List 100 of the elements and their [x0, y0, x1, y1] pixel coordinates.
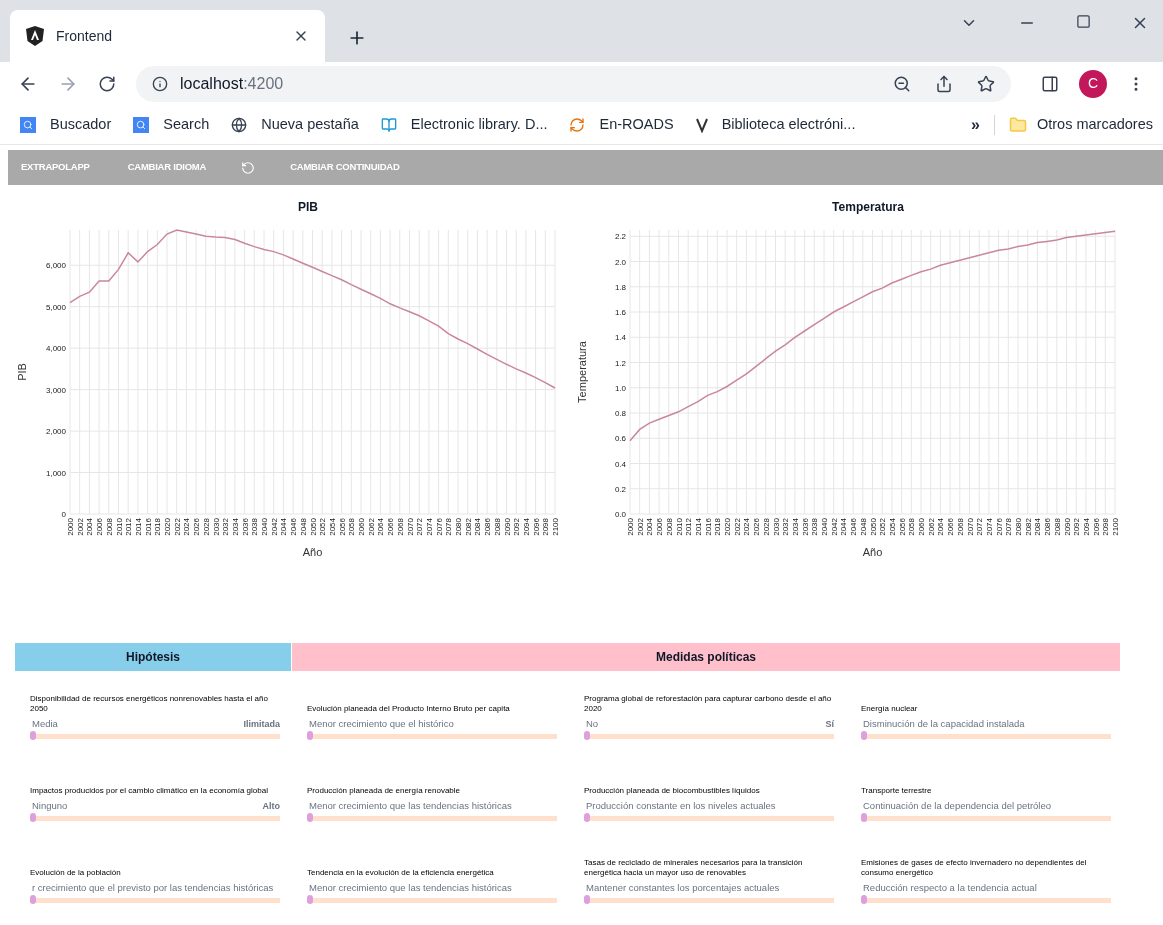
slider-track[interactable]	[307, 816, 557, 821]
tick-label: 2046	[289, 518, 299, 536]
bookmark[interactable]: Biblioteca electróni...	[695, 113, 856, 136]
bookmark[interactable]: Buscador	[20, 113, 112, 136]
tick-label: 2006	[655, 518, 665, 536]
slider-track[interactable]	[584, 816, 834, 821]
tick-label: 2040	[820, 518, 829, 536]
tick-label: 2.0	[614, 257, 626, 267]
slider-thumb[interactable]	[307, 731, 313, 740]
shield-icon	[26, 26, 44, 46]
tick-label: 2050	[308, 518, 318, 536]
tick-label: 2064	[376, 518, 386, 536]
tick-label: 2040	[260, 518, 269, 536]
slider-thumb[interactable]	[307, 813, 313, 822]
tick-label: 2032	[221, 518, 231, 536]
slider-thumb[interactable]	[861, 813, 867, 822]
v-mark-icon	[695, 116, 708, 133]
zoom-out-icon[interactable]	[893, 74, 911, 93]
tick-label: 1.0	[614, 383, 626, 393]
bookmark[interactable]: En-ROADS	[569, 113, 674, 136]
slider-track[interactable]	[307, 898, 557, 903]
tick-label: 2068	[955, 518, 965, 536]
tick-label: 0.2	[614, 484, 626, 494]
profile-avatar[interactable]: C	[1079, 69, 1107, 98]
tick-label: 2060	[917, 518, 926, 536]
tick-label: 2088	[1052, 518, 1062, 536]
tick-label: 2048	[298, 518, 308, 536]
slider-label: Impactos producidos por el cambio climático en la economía global	[30, 785, 269, 796]
tick-label: 2054	[887, 518, 897, 536]
tick-label: 2026	[752, 518, 762, 536]
slider-label: Tendencia en la evolución de la eficiencia energética	[307, 867, 495, 878]
tick-label: 2064	[936, 518, 946, 536]
tick-label: 2060	[357, 518, 366, 536]
slider-thumb[interactable]	[584, 731, 590, 740]
slider-thumb[interactable]	[584, 813, 590, 822]
more-bookmarks[interactable]: »	[971, 112, 980, 137]
search-icon	[133, 116, 150, 133]
slider-track[interactable]	[30, 734, 280, 739]
tick-label: 5,000	[45, 302, 66, 312]
slider-track[interactable]	[30, 898, 280, 903]
tick-label: 2072	[975, 518, 985, 536]
side-panel-icon[interactable]	[1041, 74, 1059, 93]
slider-thumb[interactable]	[30, 895, 36, 904]
maximize-icon[interactable]	[1076, 14, 1091, 29]
slider-thumb[interactable]	[30, 813, 36, 822]
slider-label: Programa global de reforestación para capturar carbono desde el año 2020	[584, 693, 833, 714]
tab-title: Frontend	[56, 26, 113, 46]
tick-label: 2076	[434, 518, 444, 536]
tick-label: 2042	[269, 518, 279, 536]
axis-label: Temperatura	[576, 341, 588, 403]
tick-label: 2044	[839, 518, 849, 536]
slider-track[interactable]	[861, 898, 1111, 903]
slider-max-label: Ilimitada	[243, 717, 280, 731]
slider-track[interactable]	[30, 816, 280, 821]
slider-thumb[interactable]	[584, 895, 590, 904]
browser-tab[interactable]: Frontend	[10, 10, 325, 62]
tick-label: 2036	[240, 518, 250, 536]
tick-label: 1.8	[614, 282, 626, 292]
share-icon[interactable]	[935, 74, 953, 93]
tick-label: 2020	[723, 518, 732, 536]
tick-label: 2096	[1091, 518, 1101, 536]
reload-icon[interactable]	[98, 74, 116, 93]
bookmark-folder[interactable]: Otros marcadores	[1008, 113, 1153, 136]
tick-label: 2052	[318, 518, 328, 536]
tick-label: 2098	[541, 518, 551, 536]
bookmark[interactable]: Nueva pestaña	[231, 113, 359, 136]
tick-label: 2014	[693, 518, 703, 536]
bookmark[interactable]: Search	[133, 113, 210, 136]
slider-track[interactable]	[307, 734, 557, 739]
slider-track[interactable]	[861, 816, 1111, 821]
slider-thumb[interactable]	[30, 731, 36, 740]
tick-label: 2088	[492, 518, 502, 536]
slider-thumb[interactable]	[861, 731, 867, 740]
tick-label: 2056	[337, 518, 347, 536]
slider-track[interactable]	[584, 898, 834, 903]
tick-label: 2044	[279, 518, 289, 536]
slider-value: Menor crecimiento que las tendencias históricas	[309, 798, 512, 813]
slider-thumb[interactable]	[861, 895, 867, 904]
slider-label: Disponibilidad de recursos energéticos nonrenovables hasta el año 2050	[30, 693, 269, 714]
tick-label: 2072	[415, 518, 425, 536]
star-icon[interactable]	[977, 74, 995, 93]
address-bar[interactable]: localhost:4200	[136, 65, 1011, 102]
tick-label: 2068	[395, 518, 405, 536]
tick-label: 2084	[473, 518, 483, 536]
bookmark-label: Biblioteca electróni...	[721, 114, 856, 134]
tick-label: 2048	[858, 518, 868, 536]
slider-track[interactable]	[861, 734, 1111, 739]
slider-track[interactable]	[584, 734, 834, 739]
tick-label: 2038	[250, 518, 260, 536]
tick-label: 2070	[405, 518, 415, 536]
tick-label: 2094	[521, 518, 531, 536]
slider-thumb[interactable]	[307, 895, 313, 904]
url-text: localhost:4200	[180, 73, 284, 94]
tick-label: 2026	[192, 518, 202, 536]
bookmark-label: Otros marcadores	[1036, 114, 1153, 134]
bookmark[interactable]: Electronic library. D...	[380, 113, 548, 136]
tick-label: 3,000	[45, 385, 66, 395]
book-icon	[380, 116, 397, 133]
section-header: Hipótesis	[15, 643, 292, 671]
tick-label: 2034	[230, 518, 240, 536]
